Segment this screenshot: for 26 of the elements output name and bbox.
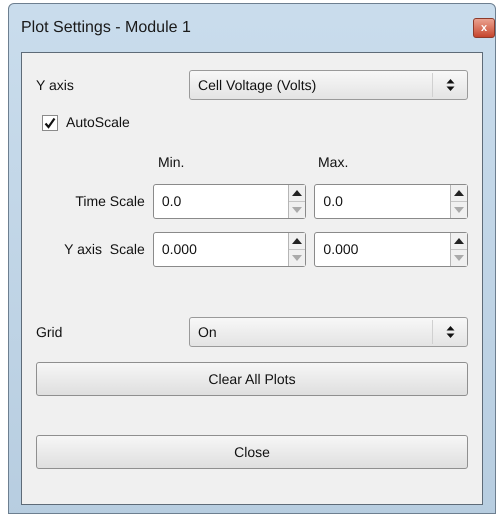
spin-box[interactable]: 0.0 <box>314 184 468 219</box>
y-axis-label: Y axis <box>36 76 75 94</box>
dropdown-arrows-icon <box>446 325 454 339</box>
column-header: Min. <box>158 154 184 170</box>
dropdown[interactable]: Cell Voltage (Volts) <box>189 70 468 100</box>
dialog-button[interactable]: Close <box>36 435 468 469</box>
dropdown-value: On <box>197 322 218 342</box>
spin-box[interactable]: 0.000 <box>152 232 306 267</box>
spin-box[interactable]: 0.0 <box>152 184 306 219</box>
dialog-button[interactable]: Clear All Plots <box>36 362 468 396</box>
spin-value: 0.000 <box>322 240 360 259</box>
scale-label: Time Scale <box>74 192 145 211</box>
check-icon <box>44 116 56 128</box>
dropdown[interactable]: On <box>189 317 468 347</box>
window-title: Plot Settings - Module 1 <box>21 18 191 38</box>
grid-label: Grid <box>36 322 64 342</box>
autoscale-label: AutoScale <box>66 113 130 132</box>
dropdown-value: Cell Voltage (Volts) <box>197 76 318 95</box>
scale-label: Y axis Scale <box>63 240 145 259</box>
dropdown-arrows-icon <box>446 78 454 92</box>
spin-value: 0.0 <box>322 192 344 211</box>
autoscale-checkbox[interactable] <box>42 114 58 130</box>
spin-value: 0.000 <box>160 240 198 259</box>
spin-box[interactable]: 0.000 <box>314 232 468 267</box>
column-header: Max. <box>318 154 348 170</box>
spin-value: 0.0 <box>160 192 182 211</box>
